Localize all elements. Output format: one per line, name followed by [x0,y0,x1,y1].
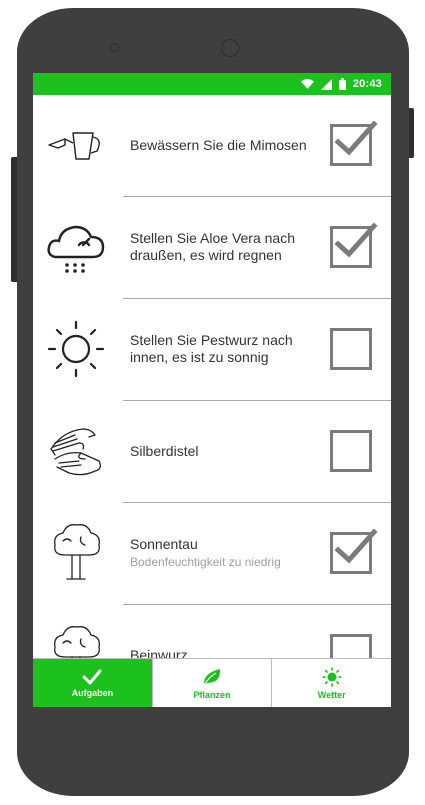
task-item[interactable]: Sonnentau Bodenfeuchtigkeit zu niedrig [33,503,391,605]
wifi-icon [300,79,314,89]
task-checkbox[interactable] [330,120,378,166]
task-item[interactable]: Beinwurz [33,605,391,659]
checkmark-icon [334,222,378,258]
task-title: Silberdistel [130,442,199,459]
task-item[interactable]: Silberdistel [33,401,391,503]
checkmark-icon [334,528,378,564]
front-camera [221,39,239,57]
battery-icon [338,78,346,90]
task-item[interactable]: Bewässern Sie die Mimosen [33,95,391,197]
status-bar: 20:43 [33,73,391,95]
task-checkbox[interactable] [330,634,375,659]
task-item[interactable]: Stellen Sie Aloe Vera nach draußen, es w… [33,197,391,299]
tab-label: Wetter [317,689,346,700]
status-time: 20:43 [352,78,382,90]
phone-screen: 20:43 Bewässern Sie die Mimosen Stellen … [33,73,391,707]
signal-icon [320,78,332,90]
task-item[interactable]: Stellen Sie Pestwurz nach innen, es ist … [33,299,391,401]
sun-icon [45,299,107,399]
task-title: Bewässern Sie die Mimosen [130,136,307,153]
task-title: Sonnentau [130,536,198,552]
task-title: Stellen Sie Pestwurz nach innen, es ist … [130,332,293,365]
sun-icon [321,666,342,687]
task-subtitle: Bodenfeuchtigkeit zu niedrig [130,555,281,569]
tab-wetter[interactable]: Wetter [271,659,391,707]
watering-can-icon [45,95,107,195]
hands-icon [45,401,107,501]
tab-pflanzen[interactable]: Pflanzen [151,659,272,707]
leaf-icon [203,668,221,685]
bottom-tab-bar: Aufgaben Pflanzen Wetter [33,658,391,707]
checkmark-icon [82,669,102,684]
checkmark-icon [334,120,378,156]
task-checkbox[interactable] [330,528,378,574]
rain-cloud-icon [45,197,107,297]
tab-aufgaben[interactable]: Aufgaben [33,659,152,707]
sensor-dot [110,43,119,52]
tree-icon [45,605,107,659]
tab-label: Pflanzen [193,689,231,700]
task-checkbox[interactable] [330,222,378,268]
task-title: Stellen Sie Aloe Vera nach draußen, es w… [130,230,296,263]
tree-icon [45,503,107,603]
task-list[interactable]: Bewässern Sie die Mimosen Stellen Sie Al… [33,95,391,659]
task-checkbox[interactable] [330,430,375,472]
task-checkbox[interactable] [330,328,375,370]
tab-label: Aufgaben [71,687,114,698]
